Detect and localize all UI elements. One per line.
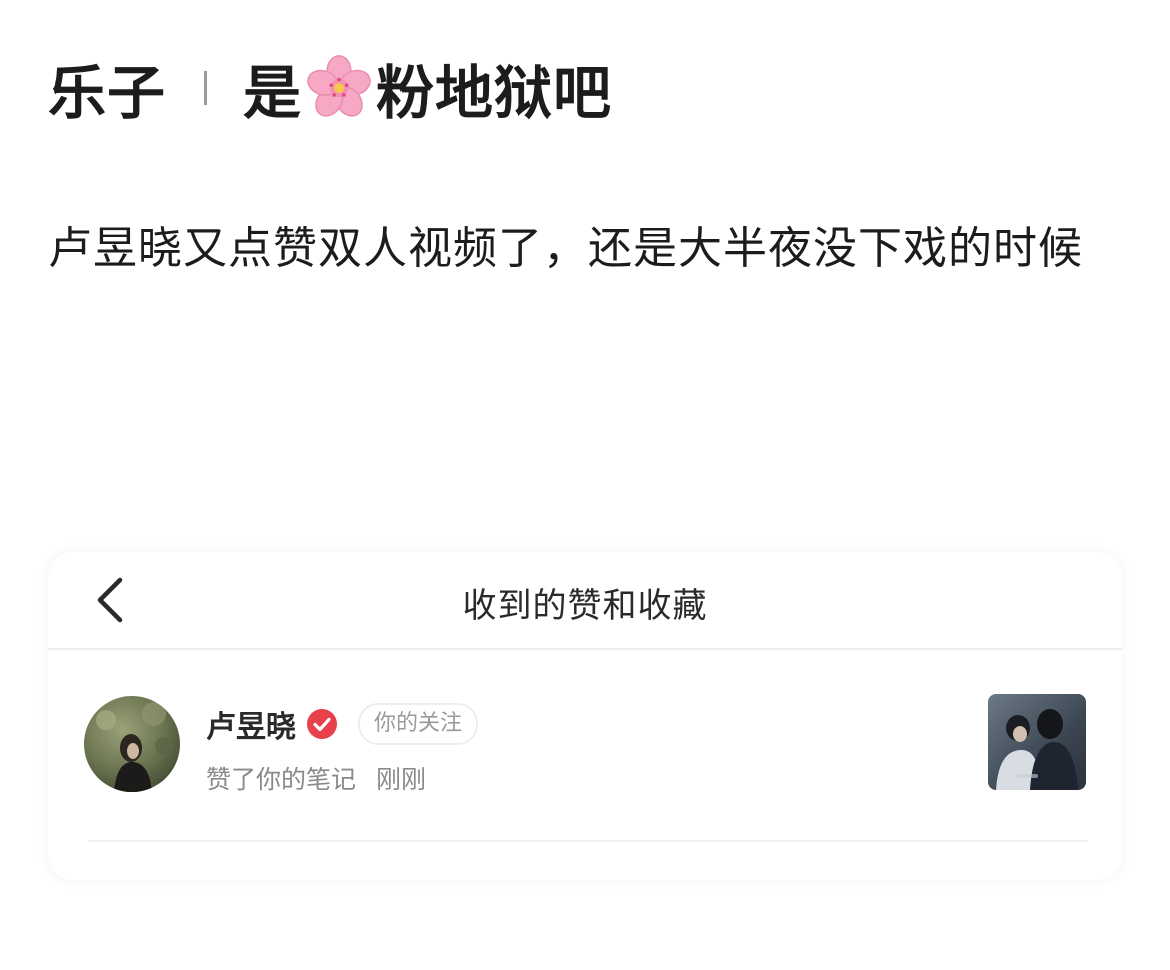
post-title-tag: 乐子 — [48, 59, 167, 127]
embedded-notification-screenshot: 收到的赞和收藏 卢昱晓 你的关注 赞了你的笔记 刚刚 — [48, 552, 1122, 880]
verified-check-icon — [307, 709, 337, 739]
activity-text: 赞了你的笔记 — [206, 765, 357, 794]
title-divider — [204, 71, 208, 105]
user-name[interactable]: 卢昱晓 — [206, 702, 296, 746]
user-line: 卢昱晓 你的关注 — [206, 702, 479, 746]
notification-row[interactable]: 卢昱晓 你的关注 赞了你的笔记 刚刚 — [48, 650, 1122, 840]
avatar-image — [84, 696, 180, 792]
page-title: 收到的赞和收藏 — [462, 586, 708, 626]
cherry-blossom-icon — [307, 55, 371, 117]
activity-line: 赞了你的笔记 刚刚 — [206, 760, 426, 796]
post-title-name: 粉地狱吧 — [376, 59, 613, 127]
note-thumbnail-image — [988, 694, 1086, 790]
post-title: 乐子 是 粉地狱吧 — [48, 52, 612, 127]
card-header: 收到的赞和收藏 — [48, 552, 1122, 650]
post-title-prefix: 是 — [243, 59, 303, 127]
post-body-text: 卢昱晓又点赞双人视频了，还是大半夜没下戏的时候 — [48, 223, 1083, 274]
activity-timestamp: 刚刚 — [376, 765, 427, 794]
note-thumbnail[interactable] — [988, 694, 1086, 790]
follow-status-badge: 你的关注 — [358, 703, 479, 745]
row-divider — [88, 840, 1088, 842]
avatar[interactable] — [84, 696, 180, 792]
